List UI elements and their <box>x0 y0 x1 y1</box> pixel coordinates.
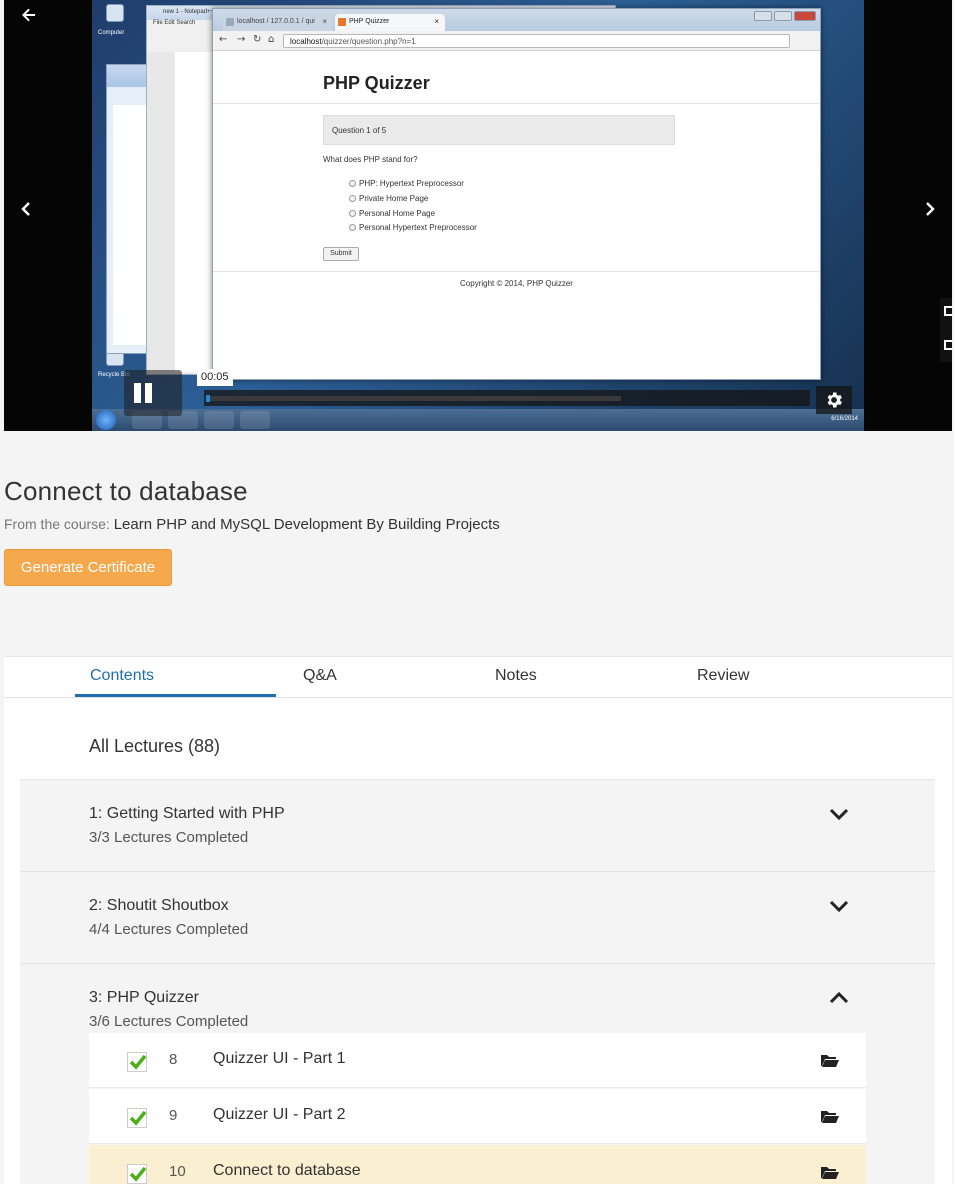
option-3: Personal Home Page <box>349 209 435 218</box>
panel-tabs: Contents Q&A Notes Review <box>4 657 952 698</box>
lecture-title: Connect to database <box>4 476 248 506</box>
tab-contents[interactable]: Contents <box>75 657 276 697</box>
lecture-row-current[interactable]: 10 Connect to database <box>89 1145 866 1184</box>
section-1[interactable]: 1: Getting Started with PHP 3/3 Lectures… <box>20 779 935 871</box>
question-counter: Question 1 of 5 <box>323 115 675 145</box>
all-lectures-heading: All Lectures (88) <box>89 736 221 756</box>
fullscreen-icon[interactable] <box>944 340 952 350</box>
chevron-down-icon[interactable] <box>828 898 850 914</box>
lecture-row[interactable]: 8 Quizzer UI - Part 1 <box>89 1033 866 1088</box>
option-2: Private Home Page <box>349 194 428 203</box>
folder-open-icon[interactable] <box>821 1109 839 1123</box>
gear-icon[interactable] <box>816 386 852 414</box>
section-title: 2: Shoutit Shoutbox <box>89 897 229 914</box>
quizzer-copyright: Copyright © 2014, PHP Quizzer <box>460 279 573 288</box>
lecture-number: 8 <box>169 1051 178 1068</box>
browser-tab-phpmyadmin: localhost / 127.0.0.1 / qui × <box>223 14 333 31</box>
tab-qa[interactable]: Q&A <box>303 657 337 697</box>
section-progress: 3/6 Lectures Completed <box>89 1013 249 1030</box>
computer-desktop-label: Computer <box>98 30 125 36</box>
completed-checkbox[interactable] <box>127 1052 147 1072</box>
tab-review[interactable]: Review <box>697 657 749 697</box>
folder-open-icon[interactable] <box>821 1053 839 1067</box>
time-tooltip: 00:05 <box>197 369 233 386</box>
course-name-link[interactable]: Learn PHP and MySQL Development By Build… <box>114 516 500 533</box>
lecture-number: 9 <box>169 1107 178 1124</box>
course-line: From the course: Learn PHP and MySQL Dev… <box>4 516 500 533</box>
lecture-number: 10 <box>169 1163 186 1180</box>
browser-tab-php-quizzer: PHP Quizzer × <box>335 14 445 31</box>
chevron-right-icon[interactable] <box>920 200 940 224</box>
section-title: 1: Getting Started with PHP <box>89 805 285 822</box>
completed-checkbox[interactable] <box>127 1164 147 1184</box>
lectures-area: All Lectures (88) 1: Getting Started wit… <box>20 699 935 1184</box>
arrow-left-icon[interactable] <box>19 7 39 27</box>
chevron-up-icon[interactable] <box>828 990 850 1006</box>
lecture-row[interactable]: 9 Quizzer UI - Part 2 <box>89 1089 866 1144</box>
side-controls[interactable] <box>940 298 952 362</box>
lecture-name: Quizzer UI - Part 2 <box>213 1106 346 1123</box>
buffered-bar <box>206 396 622 401</box>
computer-desktop-icon <box>106 4 124 22</box>
option-1: PHP: Hypertext Preprocessor <box>349 179 464 188</box>
from-course-label: From the course: <box>4 516 110 532</box>
section-2[interactable]: 2: Shoutit Shoutbox 4/4 Lectures Complet… <box>20 871 935 963</box>
section-title: 3: PHP Quizzer <box>89 989 199 1006</box>
browser-reload-icon: ↻ <box>253 34 262 45</box>
browser-address-bar: localhost/quizzer/question.php?n=1 <box>283 34 790 48</box>
progress-bar[interactable] <box>204 390 810 406</box>
browser-back-icon: ← <box>219 34 228 45</box>
quizzer-page: PHP Quizzer Question 1 of 5 What does PH… <box>213 51 820 379</box>
folder-open-icon[interactable] <box>821 1165 839 1179</box>
taskbar-clock: 6/16/2014 <box>831 416 858 422</box>
browser-window: localhost / 127.0.0.1 / qui × PHP Quizzer… <box>212 8 821 380</box>
generate-certificate-button[interactable]: Generate Certificate <box>4 549 172 586</box>
start-orb-icon <box>96 410 116 430</box>
lecture-name: Connect to database <box>213 1162 361 1179</box>
option-4: Personal Hypertext Preprocessor <box>349 223 477 232</box>
completed-checkbox[interactable] <box>127 1108 147 1128</box>
caption-icon[interactable] <box>944 306 952 316</box>
section-progress: 3/3 Lectures Completed <box>89 829 249 846</box>
window-controls <box>754 11 816 21</box>
browser-home-icon: ⌂ <box>268 34 275 45</box>
chevron-down-icon[interactable] <box>828 806 850 822</box>
pause-icon[interactable] <box>124 370 182 416</box>
quizzer-title: PHP Quizzer <box>323 73 430 93</box>
played-bar <box>206 395 210 402</box>
section-3[interactable]: 3: PHP Quizzer 3/6 Lectures Completed 8 … <box>20 963 935 1184</box>
quizzer-submit: Submit <box>323 247 359 261</box>
video-frame: Computer Recycle Bin new 1 - Notepad++ F… <box>92 0 864 431</box>
question-text: What does PHP stand for? <box>323 155 418 164</box>
browser-forward-icon: → <box>237 34 246 45</box>
chevron-left-icon[interactable] <box>16 200 36 224</box>
player-controls: 00:05 <box>124 369 852 416</box>
course-panel: Contents Q&A Notes Review All Lectures (… <box>4 656 952 1184</box>
section-progress: 4/4 Lectures Completed <box>89 921 249 938</box>
video-player[interactable]: Computer Recycle Bin new 1 - Notepad++ F… <box>4 0 952 431</box>
lecture-name: Quizzer UI - Part 1 <box>213 1050 346 1067</box>
tab-notes[interactable]: Notes <box>495 657 537 697</box>
